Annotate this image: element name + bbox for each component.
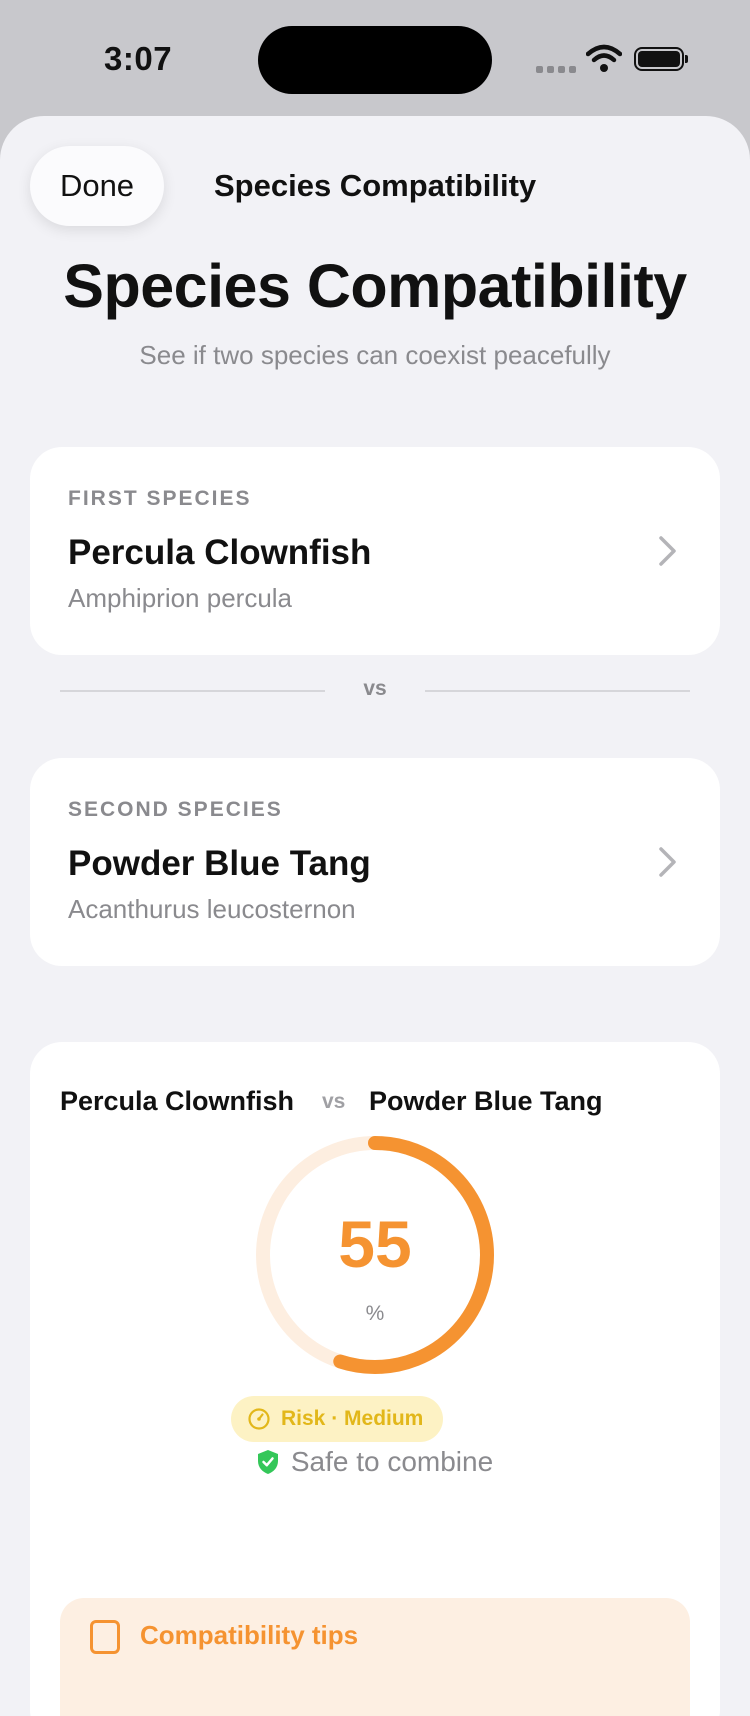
- second-species-name: Powder Blue Tang: [68, 844, 371, 883]
- nav-title: Species Compatibility: [214, 168, 537, 203]
- safety-text: Safe to combine: [290, 1446, 494, 1477]
- second-species-card[interactable]: SECOND SPECIES Powder Blue Tang Acanthur…: [30, 758, 720, 966]
- done-button[interactable]: Done: [30, 146, 164, 226]
- compatibility-score: 55: [338, 1207, 412, 1281]
- compatibility-sheet: Done Species Compatibility Species Compa…: [0, 116, 750, 1716]
- compatibility-tips-box: Compatibility tips: [60, 1598, 690, 1716]
- status-time: 3:07: [104, 40, 173, 77]
- first-species-label: FIRST SPECIES: [68, 487, 252, 510]
- vs-divider: vs: [60, 677, 690, 707]
- risk-badge: Risk · Medium: [231, 1396, 444, 1442]
- tips-heading: Compatibility tips: [140, 1620, 359, 1650]
- gauge-icon: [248, 1408, 270, 1430]
- cellular-signal-icon: [536, 60, 576, 74]
- dynamic-island: [258, 26, 492, 94]
- page-title: Species Compatibility: [63, 252, 687, 320]
- shield-check-icon: [257, 1450, 278, 1474]
- wifi-icon: [586, 44, 622, 72]
- safety-status: Safe to combine: [30, 1446, 720, 1478]
- result-species-a: Percula Clownfish: [60, 1086, 295, 1116]
- result-vs: vs: [322, 1090, 346, 1113]
- vs-divider-text: vs: [363, 677, 387, 700]
- result-species-b: Powder Blue Tang: [369, 1086, 603, 1116]
- second-species-label: SECOND SPECIES: [68, 798, 283, 821]
- second-species-scientific-name: Acanthurus leucosternon: [68, 894, 356, 924]
- compatibility-result-card: Percula Clownfish vs Powder Blue Tang 55…: [30, 1042, 720, 1716]
- score-unit: %: [365, 1302, 385, 1325]
- first-species-name: Percula Clownfish: [68, 533, 372, 572]
- chevron-right-icon: [659, 536, 676, 566]
- risk-text: Risk · Medium: [281, 1407, 424, 1430]
- status-bar: 3:07: [0, 0, 750, 120]
- notes-icon: [90, 1620, 120, 1654]
- battery-icon: [634, 47, 688, 71]
- first-species-scientific-name: Amphiprion percula: [68, 583, 293, 613]
- first-species-card[interactable]: FIRST SPECIES Percula Clownfish Amphipri…: [30, 447, 720, 655]
- chevron-right-icon: [659, 847, 676, 877]
- page-subtitle: See if two species can coexist peacefull…: [139, 340, 611, 370]
